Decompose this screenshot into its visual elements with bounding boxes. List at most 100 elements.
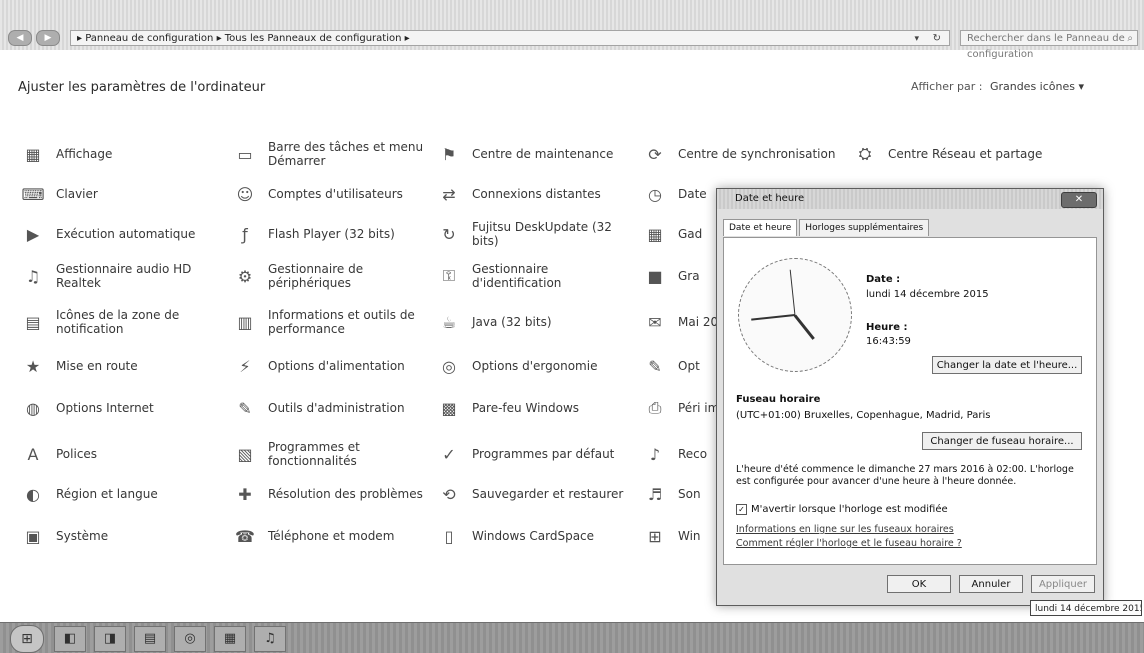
control-panel-item[interactable]: ⇄ Connexions distantes [436, 174, 641, 214]
control-panel-item-label: Gestionnaire d'identification [472, 262, 562, 290]
search-placeholder: Rechercher dans le Panneau de configurat… [967, 33, 1125, 60]
refresh-icon[interactable]: ↻ [933, 31, 941, 45]
search-icon[interactable]: ⌕ [1127, 31, 1133, 47]
taskbar-app-button[interactable]: ▤ [134, 626, 166, 652]
control-panel-item[interactable]: ⚑ Centre de maintenance [436, 134, 641, 174]
default-programs-icon: ✓ [442, 444, 456, 464]
system-icon: ▣ [25, 526, 41, 546]
update-icon: ↻ [442, 224, 456, 244]
second-hand [789, 269, 796, 316]
apply-button[interactable]: Appliquer [1031, 575, 1095, 593]
fonts-icon: A [27, 444, 39, 464]
tab-date-time[interactable]: Date et heure [723, 219, 798, 236]
control-panel-item[interactable]: ⌨ Clavier [20, 174, 225, 214]
control-panel-item[interactable]: ▦ Affichage [20, 134, 225, 174]
timezone-info-link[interactable]: Informations en ligne sur les fuseaux ho… [736, 524, 954, 535]
hour-hand [793, 314, 815, 340]
change-datetime-button[interactable]: Changer la date et l'heure... [932, 356, 1082, 374]
control-panel-item[interactable]: ★ Mise en route [20, 346, 225, 386]
control-panel-item[interactable]: ◎ Options d'ergonomie [436, 346, 641, 386]
control-panel-item[interactable]: ✚ Résolution des problèmes [232, 474, 437, 514]
change-timezone-button[interactable]: Changer de fuseau horaire... [922, 432, 1082, 450]
control-panel-item-label: Affichage [56, 147, 113, 161]
java-icon: ☕ [441, 312, 457, 332]
taskbar-icon: ▭ [237, 144, 253, 164]
search-input[interactable]: Rechercher dans le Panneau de configurat… [960, 30, 1138, 60]
notify-checkbox[interactable]: ✓ [736, 504, 747, 515]
taskbar-app-button[interactable]: ◨ [94, 626, 126, 652]
control-panel-item-label: Programmes par défaut [472, 447, 615, 461]
address-bar-area: ◀ ▶ ▸ Panneau de configuration ▸ Tous le… [0, 0, 1144, 60]
programs-icon: ▧ [237, 444, 253, 464]
control-panel-item[interactable]: ▣ Système [20, 516, 225, 556]
flash-icon: ƒ [242, 224, 248, 244]
control-panel-item[interactable]: ▯ Windows CardSpace [436, 516, 641, 556]
control-panel-item-label: Win [678, 529, 701, 543]
help-link[interactable]: Comment régler l'horloge et le fuseau ho… [736, 538, 962, 549]
control-panel-item[interactable]: ▤ Icônes de la zone de notification [20, 302, 225, 342]
control-panel-item-label: Comptes d'utilisateurs [268, 187, 403, 201]
control-panel-item[interactable]: ↻ Fujitsu DeskUpdate (32 bits) [436, 214, 641, 254]
timezone-value: (UTC+01:00) Bruxelles, Copenhague, Madri… [736, 410, 991, 421]
notify-option: ✓ M'avertir lorsque l'horloge est modifi… [736, 504, 948, 515]
device-manager-icon: ⚙ [237, 266, 253, 286]
back-button[interactable]: ◀ [8, 30, 32, 46]
control-panel-item[interactable]: ▩ Pare-feu Windows [436, 388, 641, 428]
control-panel-item[interactable]: ◐ Région et langue [20, 474, 225, 514]
control-panel-item[interactable]: A Polices [20, 434, 225, 474]
cancel-button[interactable]: Annuler [959, 575, 1023, 593]
taskbar-app-button[interactable]: ◎ [174, 626, 206, 652]
view-by-dropdown[interactable]: Grandes icônes ▾ [990, 80, 1084, 93]
sound-icon: ♬ [647, 484, 663, 504]
taskbar-app-button[interactable]: ▦ [214, 626, 246, 652]
close-button[interactable]: ✕ [1061, 192, 1097, 208]
control-panel-item[interactable]: ☺ Comptes d'utilisateurs [232, 174, 437, 214]
date-time-dialog: Date et heure ✕ Date et heure Horloges s… [716, 188, 1104, 606]
chevron-down-icon[interactable]: ▾ [914, 31, 919, 45]
control-panel-item[interactable]: ♫ Gestionnaire audio HD Realtek [20, 256, 225, 296]
control-panel-item-label: Reco [678, 447, 708, 461]
date-icon: ◷ [648, 184, 662, 204]
control-panel-item[interactable]: ☕ Java (32 bits) [436, 302, 641, 342]
control-panel-item[interactable]: ⟳ Centre de synchronisation [642, 134, 847, 174]
control-panel-item-label: Icônes de la zone de notification [56, 308, 180, 336]
control-panel-item[interactable]: ⛭ Centre Réseau et partage [852, 134, 1057, 174]
start-button[interactable]: ⊞ [10, 625, 44, 653]
gadgets-icon: ▦ [647, 224, 663, 244]
control-panel-item-label: Date [678, 187, 707, 201]
control-panel-item[interactable]: ⚿ Gestionnaire d'identification [436, 256, 641, 296]
control-panel-item-label: Gestionnaire de périphériques [268, 262, 364, 290]
control-panel-item[interactable]: ▥ Informations et outils de performance [232, 302, 437, 342]
control-panel-item[interactable]: ✎ Outils d'administration [232, 388, 437, 428]
forward-button[interactable]: ▶ [36, 30, 60, 46]
power-icon: ⚡ [239, 356, 251, 376]
control-panel-item-label: Clavier [56, 187, 98, 201]
control-panel-item[interactable]: ▭ Barre des tâches et menu Démarrer [232, 134, 437, 174]
control-panel-item-label: Mise en route [56, 359, 138, 373]
control-panel-item[interactable]: ⚡ Options d'alimentation [232, 346, 437, 386]
control-panel-item-label: Pare-feu Windows [472, 401, 580, 415]
control-panel-item[interactable]: ◍ Options Internet [20, 388, 225, 428]
control-panel-item[interactable]: ⟲ Sauvegarder et restaurer [436, 474, 641, 514]
control-panel-item[interactable]: ⚙ Gestionnaire de périphériques [232, 256, 437, 296]
dialog-title: Date et heure [717, 189, 1103, 209]
taskbar-app-button[interactable]: ◧ [54, 626, 86, 652]
control-panel-item[interactable]: ✓ Programmes par défaut [436, 434, 641, 474]
control-panel-item-label: Programmes et fonctionnalités [268, 440, 360, 468]
nav-buttons: ◀ ▶ [8, 30, 60, 46]
control-panel-item[interactable]: ▶ Exécution automatique [20, 214, 225, 254]
control-panel-item-label: Connexions distantes [472, 187, 601, 201]
globe-icon: ◍ [26, 398, 40, 418]
windows-icon: ⊞ [648, 526, 662, 546]
dialog-panel: Date : lundi 14 décembre 2015 Heure : 16… [723, 237, 1097, 565]
ok-button[interactable]: OK [887, 575, 951, 593]
tab-additional-clocks[interactable]: Horloges supplémentaires [799, 219, 930, 236]
control-panel-item[interactable]: ☎ Téléphone et modem [232, 516, 437, 556]
control-panel-item[interactable]: ƒ Flash Player (32 bits) [232, 214, 437, 254]
printers-icon: ⎙ [648, 398, 662, 417]
control-panel-item-label: Sauvegarder et restaurer [472, 487, 624, 501]
address-field[interactable]: ▸ Panneau de configuration ▸ Tous les Pa… [70, 30, 950, 46]
control-panel-item[interactable]: ▧ Programmes et fonctionnalités [232, 434, 437, 474]
control-panel-item-label: Téléphone et modem [268, 529, 395, 543]
taskbar-app-button[interactable]: ♫ [254, 626, 286, 652]
